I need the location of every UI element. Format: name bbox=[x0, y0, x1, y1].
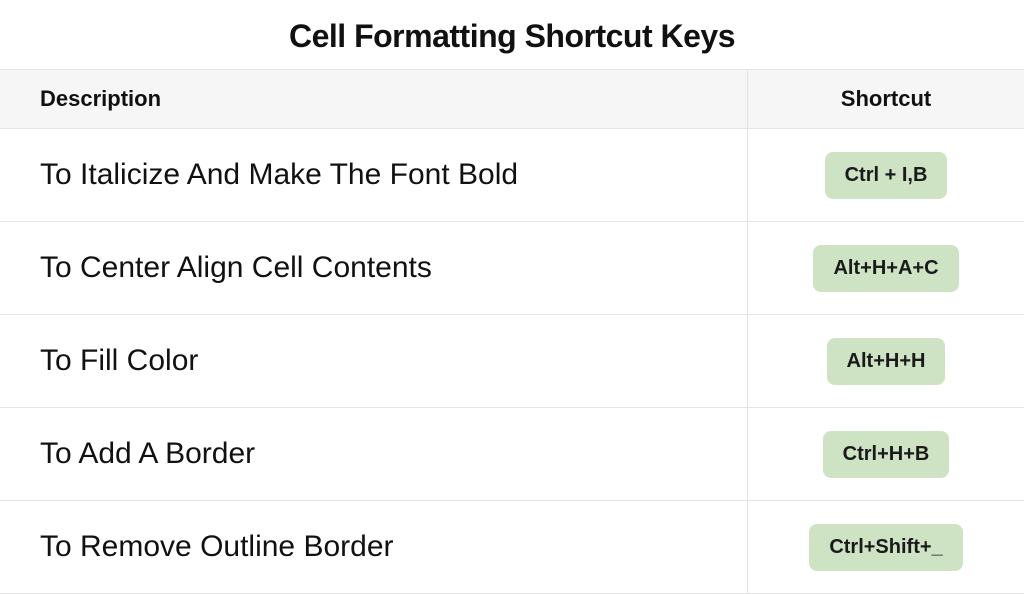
shortcut-badge: Ctrl+Shift+_ bbox=[809, 524, 962, 571]
shortcut-badge: Ctrl+H+B bbox=[823, 431, 950, 478]
shortcut-badge: Ctrl + I,B bbox=[825, 152, 948, 199]
shortcut-cell: Alt+H+H bbox=[748, 315, 1024, 407]
shortcut-cell: Ctrl+Shift+_ bbox=[748, 501, 1024, 593]
shortcut-badge: Alt+H+H bbox=[827, 338, 946, 385]
shortcut-cell: Alt+H+A+C bbox=[748, 222, 1024, 314]
table-row: To Add A Border Ctrl+H+B bbox=[0, 408, 1024, 501]
shortcut-cell: Ctrl+H+B bbox=[748, 408, 1024, 500]
header-shortcut: Shortcut bbox=[748, 70, 1024, 128]
header-description: Description bbox=[0, 70, 748, 128]
table-header-row: Description Shortcut bbox=[0, 69, 1024, 129]
table-row: To Remove Outline Border Ctrl+Shift+_ bbox=[0, 501, 1024, 594]
table-row: To Fill Color Alt+H+H bbox=[0, 315, 1024, 408]
page-title: Cell Formatting Shortcut Keys bbox=[0, 0, 1024, 69]
description-cell: To Fill Color bbox=[0, 315, 748, 407]
description-cell: To Remove Outline Border bbox=[0, 501, 748, 593]
table-row: To Italicize And Make The Font Bold Ctrl… bbox=[0, 129, 1024, 222]
shortcut-cell: Ctrl + I,B bbox=[748, 129, 1024, 221]
description-cell: To Center Align Cell Contents bbox=[0, 222, 748, 314]
shortcut-badge: Alt+H+A+C bbox=[813, 245, 958, 292]
description-cell: To Italicize And Make The Font Bold bbox=[0, 129, 748, 221]
description-cell: To Add A Border bbox=[0, 408, 748, 500]
shortcuts-table: Description Shortcut To Italicize And Ma… bbox=[0, 69, 1024, 594]
table-row: To Center Align Cell Contents Alt+H+A+C bbox=[0, 222, 1024, 315]
